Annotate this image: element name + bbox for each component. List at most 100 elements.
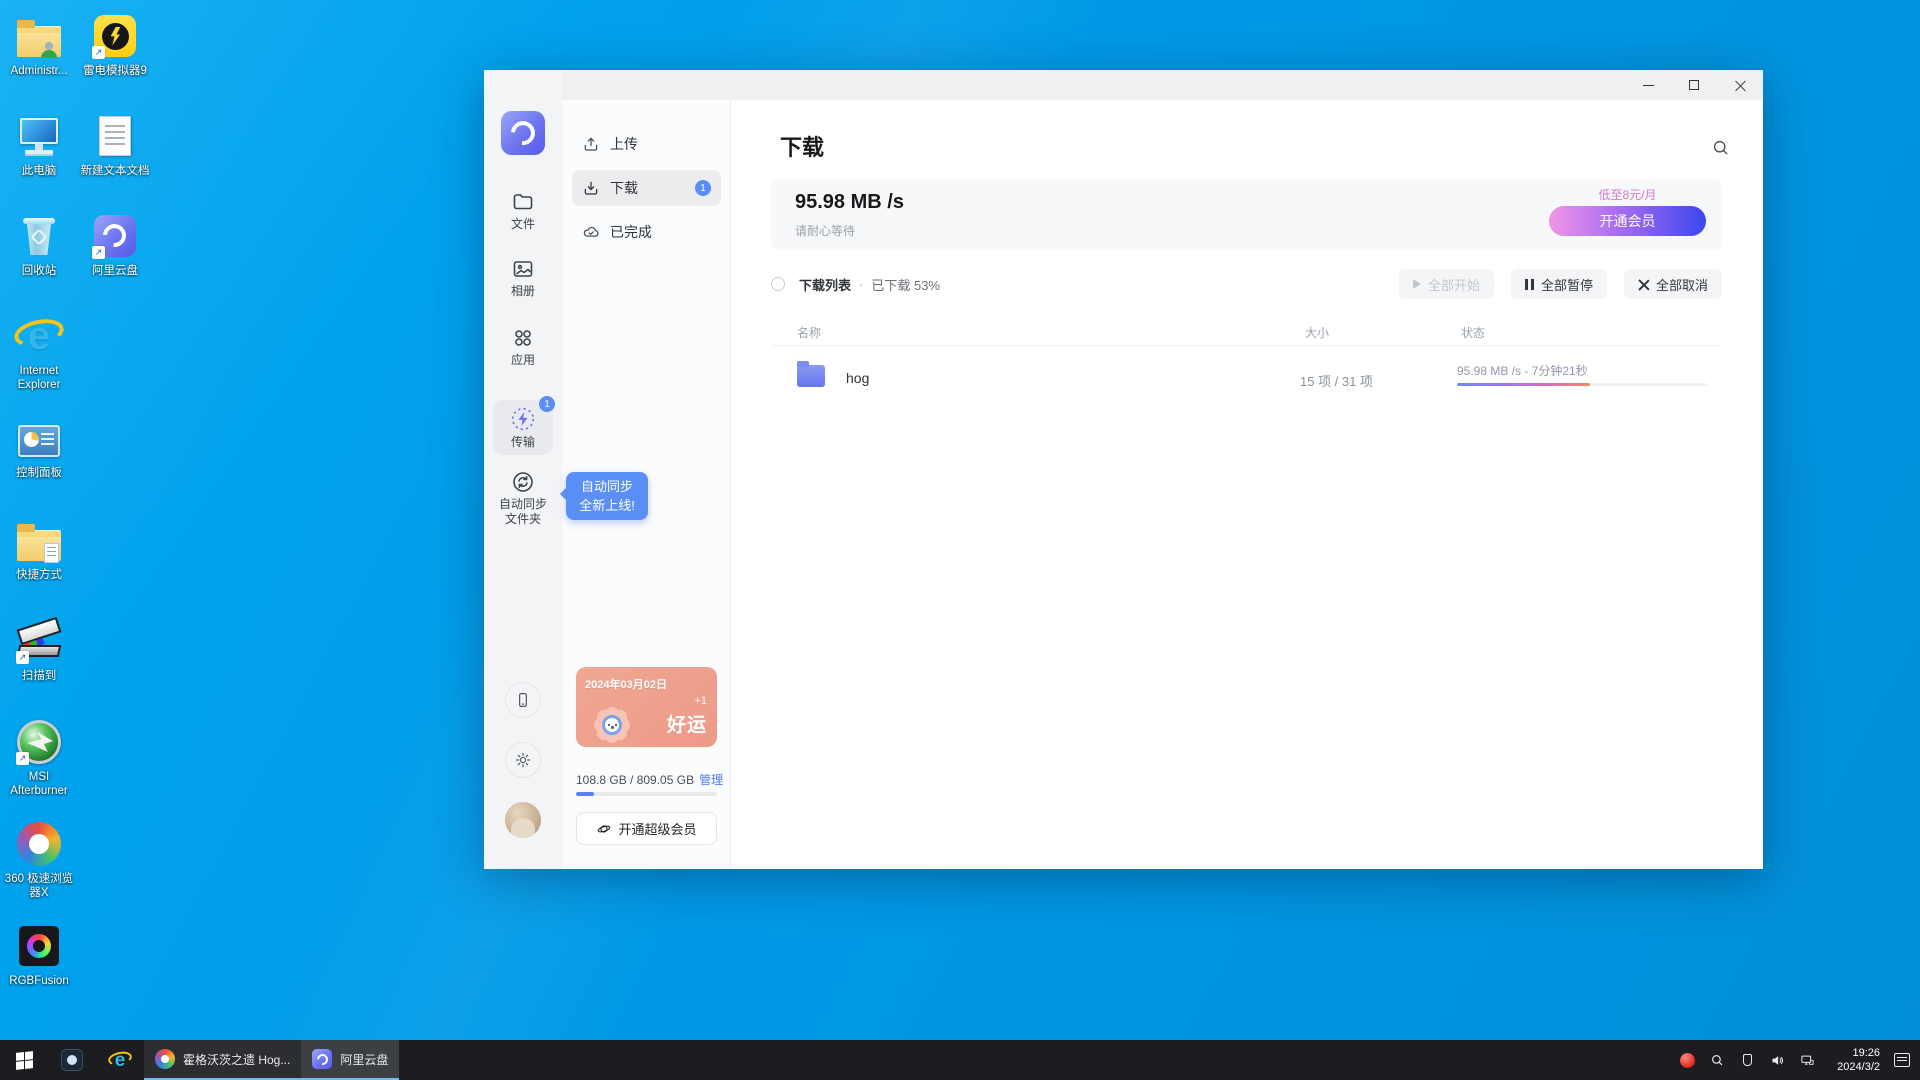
table-row[interactable]: hog 15 项 / 31 项 95.98 MB /s - 7分钟21秒 — [771, 350, 1722, 408]
scanner-icon — [15, 616, 63, 665]
table-header: 名称 大小 状态 — [771, 320, 1722, 346]
column-status: 状态 — [1461, 326, 1486, 340]
browser-360-icon — [15, 820, 63, 868]
desktop-icon-ldplayer[interactable]: 雷电模拟器9 — [76, 12, 154, 78]
internet-explorer-icon — [106, 1049, 134, 1071]
column-name: 名称 — [797, 326, 822, 340]
start-all-button[interactable]: 全部开始 — [1398, 269, 1494, 299]
tab-completed[interactable]: 已完成 — [572, 214, 721, 250]
flower-mascot-icon — [592, 705, 632, 745]
download-badge: 1 — [695, 180, 711, 196]
sidebar-item-transfer[interactable]: 1 传输 — [493, 396, 555, 455]
desktop-icon-internet-explorer[interactable]: Internet Explorer — [0, 312, 78, 392]
aliyun-drive-icon — [312, 1049, 333, 1069]
pause-all-button[interactable]: 全部暂停 — [1510, 269, 1607, 299]
auto-sync-tooltip: 自动同步 全新上线! — [566, 472, 648, 520]
desktop-icon-aliyun-drive[interactable]: 阿里云盘 — [76, 212, 154, 278]
folder-icon — [797, 361, 825, 387]
sidebar-item-albums[interactable]: 相册 — [493, 251, 553, 304]
aliyun-drive-icon — [91, 212, 139, 260]
desktop-icon-msi-afterburner[interactable]: MSI Afterburner — [0, 718, 78, 798]
recycle-bin-icon — [15, 212, 63, 260]
taskbar-clock[interactable]: 19:26 2024/3/2 — [1822, 1046, 1884, 1074]
cancel-all-button[interactable]: 全部取消 — [1623, 269, 1722, 299]
apps-grid-icon — [515, 330, 531, 346]
window-titlebar[interactable] — [484, 70, 1763, 100]
flask-icon — [1742, 1054, 1752, 1066]
sidebar-item-apps[interactable]: 应用 — [493, 320, 553, 373]
taskbar-app-hogwarts[interactable]: 霍格沃茨之遗 Hog... — [144, 1040, 302, 1080]
minimize-button[interactable] — [1625, 70, 1671, 100]
user-folder-icon — [15, 12, 63, 60]
notification-icon — [1894, 1053, 1910, 1067]
speed-hint: 请耐心等待 — [795, 224, 856, 238]
upload-icon — [584, 137, 598, 151]
transfer-lightning-icon — [511, 407, 535, 431]
cloud-check-icon — [583, 226, 599, 237]
daily-luck-card[interactable]: 2024年03月02日 +1 好运 — [576, 667, 717, 747]
pinned-app-icon — [61, 1049, 83, 1071]
network-monitor-icon — [1800, 1055, 1814, 1065]
desktop-icon-scan-to[interactable]: 扫描到 — [0, 616, 78, 683]
aliyun-drive-window: 文件 相册 应用 1 传输 自动同步 文件夹 上传 下载 1 已完成 2024年… — [484, 70, 1763, 869]
control-panel-icon — [15, 414, 63, 462]
downloaded-percent-label: 已下载 53% — [871, 277, 940, 293]
tray-search-icon[interactable] — [1702, 1040, 1732, 1080]
minimize-icon — [1642, 84, 1654, 86]
sidebar-item-files[interactable]: 文件 — [493, 184, 553, 237]
desktop-icon-rgbfusion[interactable]: RGBFusion — [0, 922, 78, 988]
tray-360-icon[interactable] — [1672, 1040, 1702, 1080]
close-button[interactable] — [1717, 70, 1763, 100]
gear-icon — [515, 752, 531, 768]
page-title: 下载 — [780, 135, 825, 160]
desktop-icon-this-pc[interactable]: 此电脑 — [0, 112, 78, 178]
sidebar-rail: 文件 相册 应用 1 传输 自动同步 文件夹 — [484, 70, 562, 869]
maximize-icon — [1689, 80, 1699, 90]
photo-icon — [513, 261, 533, 277]
speed-banner: 95.98 MB /s 请耐心等待 低至8元/月 开通会员 — [771, 179, 1722, 250]
desktop-icon-administrator[interactable]: Administr... — [0, 12, 78, 78]
desktop-icon-shortcut-folder[interactable]: 快捷方式 — [0, 516, 78, 582]
sidebar-item-auto-sync[interactable]: 自动同步 文件夹 — [493, 464, 553, 532]
clock-date: 2024/3/2 — [1837, 1061, 1880, 1073]
desktop-icon-recycle-bin[interactable]: 回收站 — [0, 212, 78, 278]
download-speed: 95.98 MB /s — [795, 191, 904, 213]
mobile-app-button[interactable] — [505, 682, 541, 718]
select-all-checkbox[interactable] — [771, 277, 785, 291]
manage-storage-link[interactable]: 管理 — [699, 773, 723, 787]
tray-volume-icon[interactable] — [1762, 1040, 1792, 1080]
text-document-icon — [91, 112, 139, 160]
storage-progressbar — [576, 792, 717, 796]
desktop-icon-360-browser[interactable]: 360 极速浏览器X — [0, 820, 78, 900]
sync-icon — [513, 472, 533, 492]
taskbar: 霍格沃茨之遗 Hog... 阿里云盘 19:26 2024/3/2 — [0, 1040, 1920, 1080]
search-button[interactable] — [1706, 133, 1734, 161]
tray-network-icon[interactable] — [1792, 1040, 1822, 1080]
shortcut-folder-icon — [15, 516, 63, 564]
taskbar-pinned-app[interactable] — [48, 1040, 96, 1080]
settings-button[interactable] — [505, 742, 541, 778]
maximize-button[interactable] — [1671, 70, 1717, 100]
row-progressbar — [1457, 383, 1707, 386]
internet-explorer-icon — [11, 312, 67, 360]
start-button[interactable] — [0, 1040, 48, 1080]
storage-usage: 108.8 GB / 809.05 GB 管理 — [576, 773, 724, 787]
tray-app-icon[interactable] — [1732, 1040, 1762, 1080]
tab-download[interactable]: 下载 1 — [572, 170, 721, 206]
taskbar-app-aliyun-drive[interactable]: 阿里云盘 — [301, 1040, 400, 1080]
row-name: hog — [846, 370, 870, 386]
taskbar-pinned-internet-explorer[interactable] — [96, 1040, 144, 1080]
super-vip-button[interactable]: 开通超级会员 — [576, 812, 717, 845]
open-vip-button[interactable]: 开通会员 — [1549, 206, 1706, 236]
red-ball-icon — [1679, 1052, 1695, 1068]
list-label: 下载列表 — [799, 277, 852, 293]
app-logo — [501, 111, 545, 155]
msi-afterburner-icon — [15, 718, 63, 766]
desktop-icon-new-text-doc[interactable]: 新建文本文档 — [76, 112, 154, 178]
phone-icon — [519, 693, 527, 707]
tab-upload[interactable]: 上传 — [572, 126, 721, 162]
desktop-icon-control-panel[interactable]: 控制面板 — [0, 414, 78, 480]
user-avatar[interactable] — [505, 802, 541, 838]
hogwarts-app-icon — [155, 1049, 175, 1069]
action-center-button[interactable] — [1884, 1040, 1920, 1080]
